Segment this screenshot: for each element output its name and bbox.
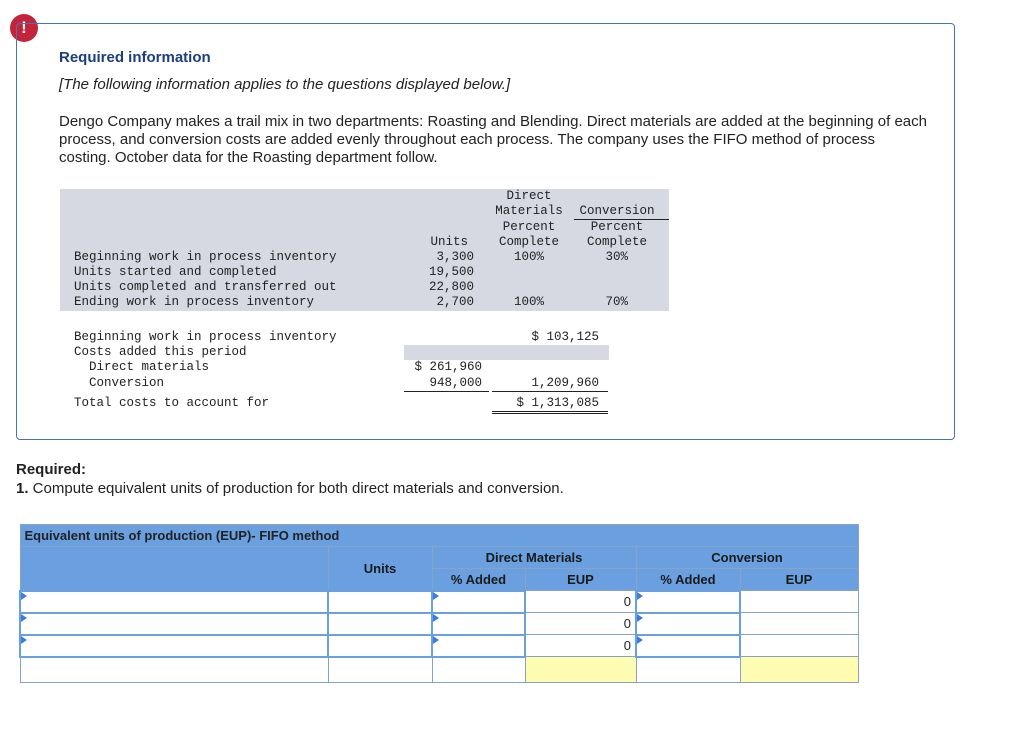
- cost-subtotal: 1,209,960: [531, 376, 599, 390]
- conv-eup-cell: [739, 634, 859, 657]
- dropdown-arrow-icon: [21, 613, 27, 622]
- required-label: Required:: [16, 461, 87, 478]
- dm-pct-input[interactable]: [431, 611, 526, 636]
- units-column-header: Units: [327, 546, 433, 591]
- conv-header-line1: Conversion: [579, 204, 655, 218]
- required-text: Compute equivalent units of production f…: [28, 480, 564, 497]
- label-header: [19, 546, 329, 591]
- row-conv-percent: 70%: [605, 295, 628, 309]
- conv-header-line3: Complete: [586, 235, 647, 249]
- units-input[interactable]: [327, 611, 433, 636]
- row-label-dropdown[interactable]: [19, 611, 329, 636]
- cost-beginning-value: $ 103,125: [531, 330, 599, 344]
- row-dm-percent: 100%: [513, 295, 544, 309]
- cost-shade: [404, 345, 609, 360]
- dropdown-arrow-icon: [433, 591, 439, 600]
- conv-eup-header: EUP: [739, 568, 859, 591]
- dm-pct-input[interactable]: [431, 633, 526, 658]
- row-units: 19,500: [428, 265, 474, 279]
- required-number: 1.: [16, 480, 29, 497]
- info-note: [The following information applies to th…: [59, 76, 511, 93]
- dropdown-arrow-icon: [21, 635, 27, 644]
- dm-eup-cell: 0: [524, 590, 637, 613]
- eup-table: Equivalent units of production (EUP)- FI…: [19, 524, 859, 683]
- row-label-dropdown[interactable]: [19, 633, 329, 658]
- row-units: 2,700: [436, 295, 474, 309]
- conv-header-line2: Percent: [590, 220, 644, 234]
- eup-table-title: Equivalent units of production (EUP)- FI…: [19, 524, 859, 547]
- dropdown-arrow-icon: [637, 613, 643, 622]
- conv-pct-input[interactable]: [635, 611, 741, 636]
- info-paragraph: Dengo Company makes a trail mix in two d…: [59, 113, 927, 166]
- total-units-cell: [327, 656, 433, 683]
- units-input[interactable]: [327, 589, 433, 614]
- cost-subtotal-underline: [492, 391, 608, 392]
- dm-eup-cell: 0: [524, 612, 637, 635]
- dropdown-arrow-icon: [637, 591, 643, 600]
- required-instruction: 1. Compute equivalent units of productio…: [16, 480, 564, 497]
- conv-pct-input[interactable]: [635, 633, 741, 658]
- conv-pct-input[interactable]: [635, 589, 741, 614]
- cost-conv-value: 948,000: [429, 376, 482, 390]
- total-conv-eup-cell: [739, 656, 859, 683]
- row-units: 3,300: [436, 250, 474, 264]
- info-title: Required information: [59, 49, 211, 66]
- total-label-cell: [19, 656, 329, 683]
- cost-total-label: Total costs to account for: [74, 396, 270, 410]
- dm-eup-cell: 0: [524, 634, 637, 657]
- row-units: 22,800: [428, 280, 474, 294]
- total-dm-eup-cell: [524, 656, 637, 683]
- cost-total-underline-1: [492, 411, 608, 412]
- units-input[interactable]: [327, 633, 433, 658]
- cost-total-underline-2: [492, 413, 608, 414]
- dm-pct-input[interactable]: [431, 589, 526, 614]
- cost-dm-label: Direct materials: [89, 360, 210, 374]
- total-conv-pct-cell: [635, 656, 741, 683]
- dropdown-arrow-icon: [637, 635, 643, 644]
- conversion-column-header: Conversion: [635, 546, 859, 569]
- row-label: Ending work in process inventory: [74, 295, 315, 309]
- row-conv-percent: 30%: [605, 250, 628, 264]
- conv-eup-cell: [739, 590, 859, 613]
- conv-pct-added-header: % Added: [635, 568, 741, 591]
- dropdown-arrow-icon: [433, 613, 439, 622]
- row-label: Beginning work in process inventory: [74, 250, 337, 264]
- cost-total-value: $ 1,313,085: [516, 396, 599, 410]
- dm-header-line1: Direct: [506, 189, 552, 203]
- dropdown-arrow-icon: [433, 635, 439, 644]
- row-label: Units completed and transferred out: [74, 280, 337, 294]
- dm-column-header: Direct Materials: [431, 546, 637, 569]
- units-header: Units: [430, 235, 468, 249]
- cost-beginning-label: Beginning work in process inventory: [74, 330, 337, 344]
- cost-added-label: Costs added this period: [74, 345, 247, 359]
- row-label-dropdown[interactable]: [19, 589, 329, 614]
- dm-header-line4: Complete: [498, 235, 559, 249]
- dropdown-arrow-icon: [21, 591, 27, 600]
- dm-header-line3: Percent: [502, 220, 556, 234]
- row-dm-percent: 100%: [513, 250, 544, 264]
- dm-header-line2: Materials: [495, 204, 563, 218]
- dm-eup-header: EUP: [524, 568, 637, 591]
- cost-dm-value: $ 261,960: [414, 360, 482, 374]
- row-label: Units started and completed: [74, 265, 277, 279]
- cost-conv-label: Conversion: [89, 376, 165, 390]
- dm-pct-added-header: % Added: [431, 568, 526, 591]
- cost-conv-underline: [404, 391, 489, 392]
- conv-eup-cell: [739, 612, 859, 635]
- total-dm-pct-cell: [431, 656, 526, 683]
